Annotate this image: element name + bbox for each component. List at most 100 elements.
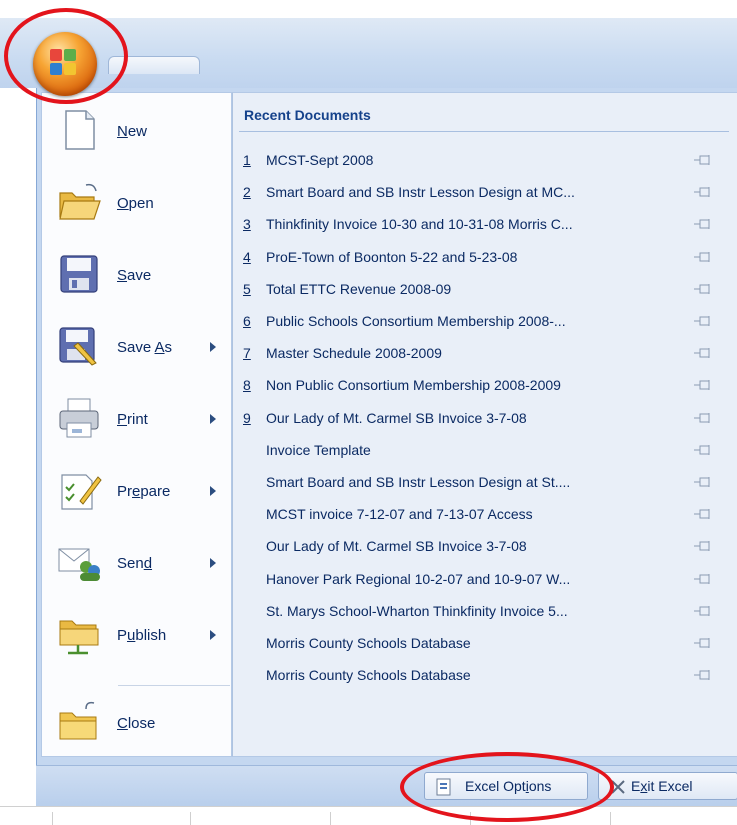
submenu-arrow-icon <box>210 486 216 496</box>
menu-label-save-as: Save As <box>117 339 173 356</box>
send-icon <box>58 548 100 581</box>
pin-icon[interactable] <box>693 540 713 552</box>
recent-document-item[interactable]: 2 Smart Board and SB Instr Lesson Design … <box>233 178 737 209</box>
worksheet-edge <box>0 806 737 825</box>
menu-label-new: New <box>117 123 148 140</box>
pin-icon[interactable] <box>693 412 713 424</box>
recent-document-item[interactable]: Morris County Schools Database <box>233 629 737 660</box>
office-menu: New Open Save Save As Print Prepare Send… <box>36 88 737 765</box>
menu-commands: New Open Save Save As Print Prepare Send… <box>41 92 232 757</box>
exit-excel-label: Exit Excel <box>631 778 693 794</box>
menu-label-close: Close <box>117 715 156 732</box>
printer-icon <box>59 398 99 438</box>
pin-icon[interactable] <box>693 251 713 263</box>
recent-document-item[interactable]: Our Lady of Mt. Carmel SB Invoice 3-7-08 <box>233 532 737 563</box>
recent-document-number: 6 <box>243 313 251 329</box>
pin-icon[interactable] <box>693 669 713 681</box>
recent-document-item[interactable]: 8 Non Public Consortium Membership 2008-2… <box>233 371 737 402</box>
recent-document-name: Public Schools Consortium Membership 200… <box>266 313 566 329</box>
menu-item-print[interactable]: Print <box>42 385 233 451</box>
menu-label-print: Print <box>117 411 148 428</box>
save-disk-icon <box>60 255 98 293</box>
recent-document-name: Morris County Schools Database <box>266 635 471 651</box>
recent-document-name: Non Public Consortium Membership 2008-20… <box>266 377 561 394</box>
recent-document-item[interactable]: 5 Total ETTC Revenue 2008-09 <box>233 275 737 306</box>
grid-line <box>52 812 53 825</box>
pin-icon[interactable] <box>693 476 713 488</box>
recent-document-number: 7 <box>243 345 251 362</box>
recent-document-item[interactable]: Morris County Schools Database <box>233 661 737 692</box>
menu-item-save[interactable]: Save <box>42 241 233 307</box>
submenu-arrow-icon <box>210 558 216 568</box>
recent-document-name: Thinkfinity Invoice 10-30 and 10-31-08 M… <box>266 216 573 233</box>
pin-icon[interactable] <box>693 605 713 617</box>
recent-document-item[interactable]: MCST invoice 7-12-07 and 7-13-07 Access <box>233 500 737 531</box>
recent-document-item[interactable]: St. Marys School-Wharton Thinkfinity Inv… <box>233 597 737 628</box>
menu-label-open: Open <box>117 195 154 212</box>
pin-icon[interactable] <box>693 444 713 456</box>
menu-item-publish[interactable]: Publish <box>42 601 233 667</box>
menu-item-open[interactable]: Open <box>42 169 233 235</box>
menu-label-save: Save <box>117 267 152 284</box>
submenu-arrow-icon <box>210 342 216 352</box>
recent-document-item[interactable]: 7 Master Schedule 2008-2009 <box>233 339 737 370</box>
recent-document-name: MCST-Sept 2008 <box>266 152 374 168</box>
menu-footer: Excel Options Exit Excel <box>36 765 737 806</box>
menu-item-prepare[interactable]: Prepare <box>42 457 233 523</box>
recent-document-item[interactable]: 3 Thinkfinity Invoice 10-30 and 10-31-08 … <box>233 210 737 241</box>
grid-line <box>190 812 191 825</box>
pin-icon[interactable] <box>693 379 713 391</box>
publish-icon <box>59 620 99 655</box>
recent-document-number: 4 <box>243 248 251 265</box>
recent-documents-header: Recent Documents <box>244 107 371 123</box>
pin-icon[interactable] <box>693 154 713 166</box>
recent-document-name: Our Lady of Mt. Carmel SB Invoice 3-7-08 <box>266 409 527 426</box>
recent-document-item[interactable]: Hanover Park Regional 10-2-07 and 10-9-0… <box>233 565 737 596</box>
menu-item-close[interactable]: Close <box>42 689 233 755</box>
annotation-circle-excel-options <box>400 752 614 822</box>
recent-document-number: 1 <box>243 152 251 168</box>
recent-document-name: Hanover Park Regional 10-2-07 and 10-9-0… <box>266 570 571 587</box>
recent-document-number: 3 <box>243 216 251 233</box>
recent-document-name: Master Schedule 2008-2009 <box>266 345 442 362</box>
pin-icon[interactable] <box>693 508 713 520</box>
recent-document-name: Invoice Template <box>266 441 371 458</box>
recent-document-item[interactable]: Invoice Template <box>233 436 737 467</box>
recent-document-item[interactable]: 4 ProE-Town of Boonton 5-22 and 5-23-08 <box>233 243 737 274</box>
pin-icon[interactable] <box>693 573 713 585</box>
pin-icon[interactable] <box>693 218 713 230</box>
menu-item-save-as[interactable]: Save As <box>42 313 233 379</box>
menu-item-new[interactable]: New <box>42 97 233 163</box>
recent-document-name: Total ETTC Revenue 2008-09 <box>266 280 452 297</box>
open-folder-icon <box>59 183 101 220</box>
pin-icon[interactable] <box>693 347 713 359</box>
header-divider <box>239 131 729 132</box>
recent-document-item[interactable]: 1 MCST-Sept 2008 <box>233 146 737 177</box>
menu-item-send[interactable]: Send <box>42 529 233 595</box>
grid-line <box>330 812 331 825</box>
pin-icon[interactable] <box>693 283 713 295</box>
annotation-circle-office-button <box>4 8 128 104</box>
submenu-arrow-icon <box>210 630 216 640</box>
recent-document-name: Morris County Schools Database <box>266 667 471 684</box>
prepare-icon <box>61 474 102 510</box>
recent-document-name: Smart Board and SB Instr Lesson Design a… <box>266 184 575 201</box>
recent-document-number: 5 <box>243 280 251 297</box>
save-as-icon <box>59 327 97 366</box>
recent-document-name: Our Lady of Mt. Carmel SB Invoice 3-7-08 <box>266 538 527 555</box>
pin-icon[interactable] <box>693 315 713 327</box>
recent-document-name: ProE-Town of Boonton 5-22 and 5-23-08 <box>266 248 518 265</box>
pin-icon[interactable] <box>693 637 713 649</box>
recent-document-item[interactable]: Smart Board and SB Instr Lesson Design a… <box>233 468 737 499</box>
recent-document-name: Smart Board and SB Instr Lesson Design a… <box>266 474 571 490</box>
close-folder-icon <box>59 701 97 740</box>
recent-document-item[interactable]: 6 Public Schools Consortium Membership 20… <box>233 307 737 338</box>
recent-document-number: 8 <box>243 377 251 394</box>
exit-excel-button[interactable]: Exit Excel <box>598 772 737 800</box>
pin-icon[interactable] <box>693 186 713 198</box>
recent-document-name: MCST invoice 7-12-07 and 7-13-07 Access <box>266 506 533 523</box>
recent-document-number: 9 <box>243 409 251 426</box>
submenu-arrow-icon <box>210 414 216 424</box>
recent-document-item[interactable]: 9 Our Lady of Mt. Carmel SB Invoice 3-7-0… <box>233 404 737 435</box>
menu-label-send: Send <box>117 555 153 572</box>
